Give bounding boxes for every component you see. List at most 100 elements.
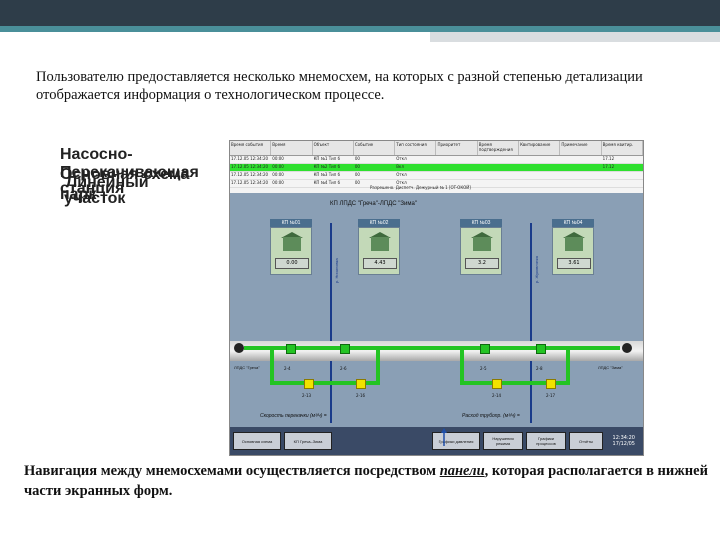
table-cell: 00:00 bbox=[272, 172, 284, 177]
valve-tag: 2-6 bbox=[340, 366, 347, 371]
table-cell: 00 bbox=[354, 172, 360, 177]
table-cell: Откл bbox=[396, 156, 407, 161]
navigation-caption: Навигация между мнемосхемами осуществляе… bbox=[24, 461, 714, 501]
valve-yellow[interactable] bbox=[492, 379, 502, 389]
column-header: Приоритет bbox=[436, 141, 478, 155]
kp-body: 3.2 bbox=[460, 227, 502, 275]
valve[interactable] bbox=[480, 344, 490, 354]
valve-tag: 2-8 bbox=[536, 366, 543, 371]
kp-value: 4.43 bbox=[363, 258, 397, 269]
nav-button-process-charts[interactable]: Графики процессов bbox=[526, 432, 566, 450]
valve[interactable] bbox=[536, 344, 546, 354]
table-cell bbox=[478, 172, 519, 179]
column-header: Примечание bbox=[560, 141, 602, 155]
end-label-left: ЛПДС "Греча" bbox=[234, 365, 260, 370]
building-icon bbox=[565, 237, 583, 251]
kp-unit[interactable]: КП №03 3.2 bbox=[460, 219, 502, 291]
mnemonic-diagram: КП ЛПДС "Греча"-ЛПДС "Зима" КП №01 0.00 … bbox=[230, 193, 643, 427]
table-row[interactable]: 17.12.05 12:34:20 00:00 КП №1 Тип б 00 О… bbox=[230, 156, 643, 164]
nav-button-kp[interactable]: КП Греча–Зима bbox=[284, 432, 332, 450]
table-cell: 17.12.05 12:34:20 bbox=[231, 180, 269, 185]
green-riser bbox=[566, 346, 570, 384]
valve[interactable] bbox=[340, 344, 350, 354]
kp-label: КП №01 bbox=[270, 219, 312, 227]
table-cell: Откл bbox=[396, 172, 407, 177]
table-cell: КП №4 Тип б bbox=[313, 180, 341, 185]
valve-yellow[interactable] bbox=[304, 379, 314, 389]
table-cell bbox=[519, 164, 560, 171]
clock-date: 17/12/05 bbox=[612, 441, 635, 447]
nav-button-violations[interactable]: Нарушения режима bbox=[483, 432, 523, 450]
column-header: Квитирование bbox=[519, 141, 561, 155]
valve-tag: 2-14 bbox=[492, 393, 502, 398]
pump-station-icon[interactable] bbox=[622, 343, 632, 353]
kp-value: 3.2 bbox=[465, 258, 499, 269]
kp-unit[interactable]: КП №04 3.61 bbox=[552, 219, 594, 291]
table-cell: КП №3 Тип б bbox=[313, 172, 341, 177]
nav-button-reports[interactable]: Отчёты bbox=[569, 432, 603, 450]
table-cell bbox=[519, 172, 560, 179]
column-header: Время bbox=[271, 141, 313, 155]
events-table: Время события Время Объект Событие Тип с… bbox=[230, 141, 643, 193]
table-cell: 17.12.05 12:34:20 bbox=[231, 156, 269, 161]
valve[interactable] bbox=[286, 344, 296, 354]
table-cell bbox=[436, 164, 477, 171]
building-icon bbox=[283, 237, 301, 251]
table-row[interactable]: 17.12.05 12:34:20 00:00 КП №3 Тип б 00 О… bbox=[230, 172, 643, 180]
scada-screenshot: Время события Время Объект Событие Тип с… bbox=[229, 140, 644, 456]
rate-label-left: Скорость перекачки (м³/ч) = bbox=[260, 413, 327, 419]
mnemonic-title: КП ЛПДС "Греча"-ЛПДС "Зима" bbox=[330, 201, 417, 207]
kp-label: КП №03 bbox=[460, 219, 502, 227]
table-cell: 17.12.05 12:34:20 bbox=[231, 172, 269, 177]
valve-yellow[interactable] bbox=[546, 379, 556, 389]
building-icon bbox=[371, 237, 389, 251]
end-label-right: ЛПДС "Зима" bbox=[598, 365, 623, 370]
table-row-selected[interactable]: 17.12.05 12:34:20 00:00 КП №2 Тип б 00 В… bbox=[230, 164, 643, 172]
river-label: р. Жуковлянка bbox=[534, 256, 539, 283]
table-cell: 17.12 bbox=[602, 156, 615, 161]
caption-text: Навигация между мнемосхемами осуществляе… bbox=[24, 463, 440, 479]
pointer-arrow-icon bbox=[441, 428, 447, 446]
table-cell bbox=[560, 164, 601, 171]
valve-tag: 2-13 bbox=[302, 393, 312, 398]
table-cell bbox=[602, 172, 643, 179]
valve-tag: 2-16 bbox=[356, 393, 366, 398]
nav-button-pressure-charts[interactable]: Графики давления bbox=[432, 432, 480, 450]
table-cell: 00:00 bbox=[272, 180, 284, 185]
table-cell bbox=[436, 172, 477, 179]
kp-value: 3.61 bbox=[557, 258, 591, 269]
valve-yellow[interactable] bbox=[356, 379, 366, 389]
intro-paragraph: Пользователю предоставляется несколько м… bbox=[36, 69, 643, 103]
column-header: Время квитир. bbox=[602, 141, 643, 155]
kp-body: 3.61 bbox=[552, 227, 594, 275]
table-cell: 17.12 bbox=[602, 164, 615, 169]
events-table-footer: Разрешено. Диспетч. Дежурный № 1 [OT-ОКО… bbox=[370, 185, 471, 190]
building-icon bbox=[473, 237, 491, 251]
valve-tag: 2-5 bbox=[480, 366, 487, 371]
green-riser bbox=[460, 346, 464, 384]
kp-value: 0.00 bbox=[275, 258, 309, 269]
river-label: р. Ничиловка bbox=[334, 258, 339, 283]
column-header: Событие bbox=[354, 141, 396, 155]
column-header: Объект bbox=[313, 141, 354, 155]
panel-link[interactable]: панели bbox=[440, 463, 485, 479]
table-cell: Вкл bbox=[396, 164, 404, 169]
table-cell: 17.12.05 12:34:20 bbox=[231, 164, 269, 169]
table-cell bbox=[519, 180, 560, 187]
stacked-titles: Насосно- Перекачивающая станция Основная… bbox=[60, 146, 240, 226]
green-riser bbox=[376, 346, 380, 384]
nav-button-main-scheme[interactable]: Основная схема bbox=[233, 432, 281, 450]
river-line bbox=[530, 223, 532, 423]
slide-header-strip bbox=[430, 32, 720, 42]
rate-label-right: Расход трубопр. (м³/ч) = bbox=[462, 413, 520, 419]
clock: 12:34:20 17/12/05 bbox=[613, 435, 635, 447]
kp-unit[interactable]: КП №01 0.00 bbox=[270, 219, 312, 291]
pump-station-icon[interactable] bbox=[234, 343, 244, 353]
table-cell bbox=[478, 156, 519, 163]
table-cell: 00:00 bbox=[272, 164, 284, 169]
table-cell bbox=[436, 156, 477, 163]
stacked-title: парк bbox=[60, 186, 97, 203]
kp-label: КП №04 bbox=[552, 219, 594, 227]
kp-unit[interactable]: КП №02 4.43 bbox=[358, 219, 400, 291]
table-cell: 00:00 bbox=[272, 156, 284, 161]
